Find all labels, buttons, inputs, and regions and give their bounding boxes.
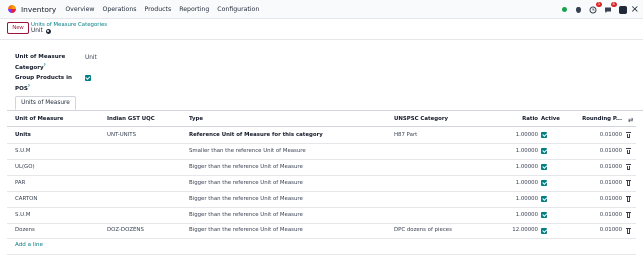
group-pos-help-icon[interactable]: ? [28, 84, 30, 88]
row-divider [7, 238, 636, 240]
systray: 3 8 × [561, 0, 643, 19]
active-checkbox[interactable] [541, 132, 547, 139]
cell-ratio[interactable]: 1.00000 [500, 148, 538, 154]
cell-rounding[interactable]: 0.01000 [584, 196, 622, 202]
cell-type[interactable]: Bigger than the reference Unit of Measur… [189, 180, 303, 186]
tab-divider [7, 110, 643, 111]
row-divider [7, 174, 636, 176]
cell-rounding[interactable]: 0.01000 [584, 227, 622, 233]
cell-unspsc[interactable]: H87 Part [394, 132, 417, 138]
column-header-gst[interactable]: Indian GST UQC [107, 116, 155, 122]
record-title: Unit [31, 28, 51, 34]
cell-ratio[interactable]: 1.00000 [500, 164, 538, 170]
active-checkbox[interactable] [541, 211, 547, 218]
menu-operations[interactable]: Operations [102, 6, 136, 13]
active-checkbox[interactable] [541, 164, 547, 170]
cell-ratio[interactable]: 1.00000 [500, 180, 538, 186]
active-checkbox[interactable] [541, 227, 547, 234]
bug-icon[interactable] [574, 5, 583, 14]
cell-rounding[interactable]: 0.01000 [584, 212, 622, 218]
group-pos-label: Group Products in POS? [15, 75, 72, 92]
cell-uom[interactable]: UL(GO) [15, 164, 35, 170]
new-button[interactable]: New [7, 22, 29, 34]
chat-icon[interactable]: 8 [604, 2, 617, 14]
online-status-icon [561, 7, 567, 12]
cell-type[interactable]: Bigger than the reference Unit of Measur… [189, 164, 303, 170]
trash-icon[interactable] [626, 132, 631, 139]
trash-icon[interactable] [626, 148, 631, 155]
row-divider [7, 143, 636, 144]
column-header-unspsc[interactable]: UNSPSC Category [394, 116, 448, 122]
trash-icon[interactable] [626, 227, 631, 234]
optional-columns-icon[interactable]: ⇄ [628, 116, 633, 124]
cell-uom[interactable]: S.U.M [15, 148, 30, 154]
active-checkbox[interactable] [541, 195, 547, 202]
cell-unspsc[interactable]: DPC dozens of pieces [394, 227, 452, 233]
cell-uom[interactable]: S.U.M [15, 212, 30, 218]
cell-type[interactable]: Reference Unit of Measure for this categ… [189, 132, 323, 138]
row-divider [7, 206, 636, 208]
column-header-rounding[interactable]: Rounding P... [580, 116, 622, 122]
cell-ratio[interactable]: 1.00000 [500, 132, 538, 138]
table-bottom-divider [7, 254, 636, 255]
uom-category-help-icon[interactable]: ? [44, 63, 46, 67]
uom-category-label: Unit of Measure Category? [15, 54, 66, 71]
app-name[interactable]: Inventory [21, 5, 56, 14]
menu-configuration[interactable]: Configuration [217, 6, 259, 13]
cell-uom[interactable]: Dozens [15, 227, 35, 233]
menu-reporting[interactable]: Reporting [179, 6, 209, 13]
active-checkbox[interactable] [541, 179, 547, 186]
record-title-text: Unit [31, 28, 43, 34]
row-divider [7, 222, 636, 224]
row-divider [7, 158, 636, 160]
cell-gst[interactable]: UNT-UNITS [107, 132, 136, 138]
avatar[interactable] [618, 5, 627, 14]
app-logo-icon[interactable] [8, 5, 16, 13]
cell-uom[interactable]: CARTON [15, 196, 37, 202]
tab-units-of-measure[interactable]: Units of Measure [15, 96, 76, 110]
close-icon[interactable]: × [631, 4, 639, 15]
menu-products[interactable]: Products [144, 6, 171, 13]
cell-ratio[interactable]: 1.00000 [500, 196, 538, 202]
cell-type[interactable]: Bigger than the reference Unit of Measur… [189, 227, 303, 233]
column-header-ratio[interactable]: Ratio [506, 116, 538, 122]
trash-icon[interactable] [626, 164, 631, 170]
cell-type[interactable]: Smaller than the reference Unit of Measu… [189, 148, 306, 154]
trash-icon[interactable] [626, 179, 631, 186]
cell-rounding[interactable]: 0.01000 [584, 148, 622, 154]
add-line-link[interactable]: Add a line [15, 242, 43, 248]
cell-uom[interactable]: PAR [15, 180, 25, 186]
gear-icon[interactable] [45, 28, 51, 34]
clock-icon[interactable]: 3 [589, 2, 602, 14]
column-header-uom[interactable]: Unit of Measure [15, 116, 63, 122]
cell-type[interactable]: Bigger than the reference Unit of Measur… [189, 212, 303, 218]
cell-rounding[interactable]: 0.01000 [584, 180, 622, 186]
group-pos-checkbox[interactable] [85, 75, 91, 81]
messages-badge: 8 [610, 2, 617, 7]
trash-icon[interactable] [626, 195, 631, 202]
cell-type[interactable]: Bigger than the reference Unit of Measur… [189, 196, 303, 202]
cell-rounding[interactable]: 0.01000 [584, 132, 622, 138]
cell-rounding[interactable]: 0.01000 [584, 164, 622, 170]
activity-badge: 3 [595, 2, 602, 7]
row-divider [7, 190, 636, 192]
cell-gst[interactable]: DOZ-DOZENS [107, 227, 144, 233]
column-header-active[interactable]: Active [541, 116, 560, 122]
cell-uom[interactable]: Units [15, 132, 31, 138]
uom-category-value[interactable]: Unit [85, 55, 97, 61]
cell-ratio[interactable]: 12.00000 [500, 227, 538, 233]
control-panel-divider [0, 39, 643, 40]
active-checkbox[interactable] [541, 148, 547, 155]
column-header-type[interactable]: Type [189, 116, 203, 122]
main-menu: Overview Operations Products Reporting C… [65, 6, 267, 13]
table-header-divider [7, 126, 636, 127]
menu-overview[interactable]: Overview [65, 6, 94, 13]
cell-ratio[interactable]: 1.00000 [500, 212, 538, 218]
top-navbar: Inventory Overview Operations Products R… [0, 0, 643, 19]
trash-icon[interactable] [626, 211, 631, 218]
